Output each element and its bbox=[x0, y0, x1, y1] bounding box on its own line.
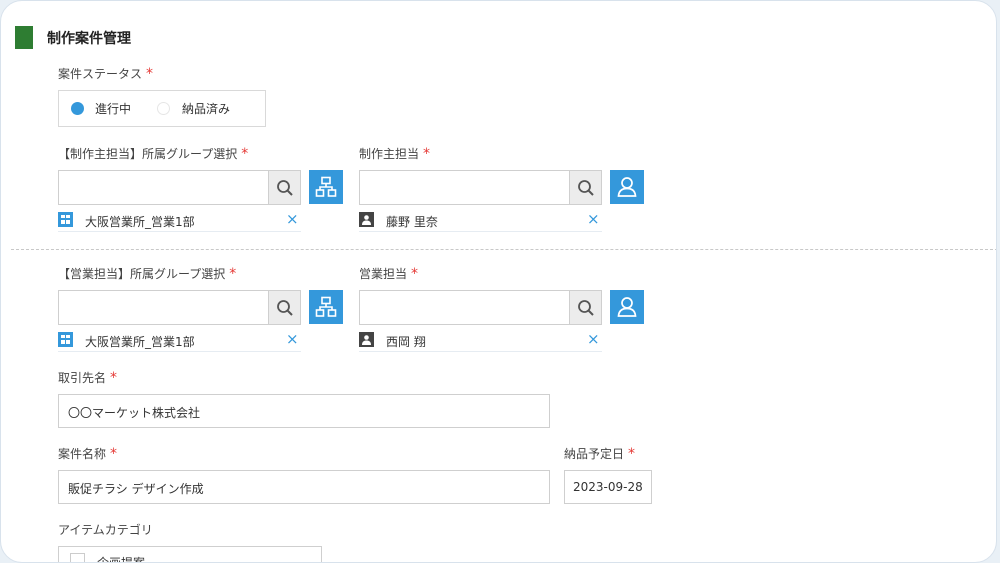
client-name-input[interactable]: 〇〇マーケット株式会社 bbox=[58, 394, 550, 428]
required-mark: * bbox=[241, 146, 249, 162]
required-mark: * bbox=[628, 446, 636, 462]
production-group-input[interactable] bbox=[58, 170, 269, 205]
org-chart-icon bbox=[315, 296, 337, 317]
client-label-row: 取引先名 * bbox=[58, 369, 117, 386]
search-icon bbox=[577, 299, 594, 316]
remove-icon[interactable]: × bbox=[286, 212, 299, 227]
category-option-label[interactable]: 企画提案 bbox=[97, 554, 145, 562]
production-owner-search-button[interactable] bbox=[569, 170, 602, 205]
delivery-date-value: 2023-09-28 bbox=[573, 480, 643, 494]
production-owner-input[interactable] bbox=[359, 170, 570, 205]
required-mark: * bbox=[423, 146, 431, 162]
group-icon bbox=[58, 332, 73, 347]
radio-in-progress-label[interactable]: 進行中 bbox=[95, 100, 131, 117]
sales-group-chip: 大阪営業所_営業1部 × bbox=[58, 328, 301, 352]
status-label-row: 案件ステータス * bbox=[58, 65, 153, 82]
remove-icon[interactable]: × bbox=[587, 212, 600, 227]
sales-owner-user-button[interactable] bbox=[610, 290, 644, 324]
category-checkbox[interactable] bbox=[70, 553, 85, 562]
section-title-marker bbox=[15, 26, 33, 49]
project-name-value: 販促チラシ デザイン作成 bbox=[68, 482, 204, 496]
remove-icon[interactable]: × bbox=[587, 332, 600, 347]
remove-icon[interactable]: × bbox=[286, 332, 299, 347]
sales-owner-chip: 西岡 翔 × bbox=[359, 328, 602, 352]
production-group-label-row: 【制作主担当】所属グループ選択 * bbox=[58, 145, 248, 162]
delivery-date-input[interactable]: 2023-09-28 bbox=[564, 470, 652, 504]
production-group-chip: 大阪営業所_営業1部 × bbox=[58, 208, 301, 232]
category-checkbox-group: 企画提案 bbox=[58, 546, 322, 562]
chip-label: 大阪営業所_営業1部 bbox=[85, 335, 195, 349]
production-group-search-button[interactable] bbox=[268, 170, 301, 205]
status-label: 案件ステータス bbox=[58, 67, 143, 81]
search-icon bbox=[276, 179, 293, 196]
delivery-label: 納品予定日 bbox=[564, 447, 625, 461]
group-icon bbox=[58, 212, 73, 227]
search-icon bbox=[577, 179, 594, 196]
org-chart-icon bbox=[315, 176, 337, 197]
production-owner-user-button[interactable] bbox=[610, 170, 644, 204]
delivery-label-row: 納品予定日 * bbox=[564, 445, 635, 462]
radio-delivered[interactable] bbox=[157, 102, 170, 115]
sales-group-tree-button[interactable] bbox=[309, 290, 343, 324]
project-name-input[interactable]: 販促チラシ デザイン作成 bbox=[58, 470, 550, 504]
person-icon bbox=[359, 332, 374, 347]
category-label: アイテムカテゴリ bbox=[58, 523, 153, 537]
required-mark: * bbox=[110, 446, 118, 462]
chip-label: 大阪営業所_営業1部 bbox=[85, 215, 195, 229]
person-icon bbox=[359, 212, 374, 227]
client-name-value: 〇〇マーケット株式会社 bbox=[68, 406, 201, 420]
project-label: 案件名称 bbox=[58, 447, 107, 461]
required-mark: * bbox=[229, 266, 237, 282]
sales-group-search-button[interactable] bbox=[268, 290, 301, 325]
radio-delivered-label[interactable]: 納品済み bbox=[182, 100, 230, 117]
required-mark: * bbox=[146, 66, 154, 82]
required-mark: * bbox=[110, 370, 118, 386]
status-radio-group: 進行中 納品済み bbox=[58, 90, 266, 127]
sales-group-input[interactable] bbox=[58, 290, 269, 325]
user-icon bbox=[617, 297, 637, 317]
sales-owner-label: 営業担当 bbox=[359, 267, 408, 281]
production-owner-label: 制作主担当 bbox=[359, 147, 420, 161]
production-owner-chip: 藤野 里奈 × bbox=[359, 208, 602, 232]
section-divider bbox=[11, 249, 996, 250]
production-owner-label-row: 制作主担当 * bbox=[359, 145, 430, 162]
sales-owner-search-button[interactable] bbox=[569, 290, 602, 325]
production-group-tree-button[interactable] bbox=[309, 170, 343, 204]
project-label-row: 案件名称 * bbox=[58, 445, 117, 462]
search-icon bbox=[276, 299, 293, 316]
chip-label: 藤野 里奈 bbox=[386, 215, 438, 229]
section-title: 制作案件管理 bbox=[47, 31, 131, 47]
radio-in-progress[interactable] bbox=[71, 102, 84, 115]
chip-label: 西岡 翔 bbox=[386, 335, 426, 349]
user-icon bbox=[617, 177, 637, 197]
client-label: 取引先名 bbox=[58, 371, 107, 385]
required-mark: * bbox=[411, 266, 419, 282]
form-panel: 制作案件管理 案件ステータス * 進行中 納品済み 【制作主担当】所属グループ選択… bbox=[0, 0, 997, 563]
production-group-label: 【制作主担当】所属グループ選択 bbox=[58, 147, 238, 161]
sales-owner-label-row: 営業担当 * bbox=[359, 265, 418, 282]
sales-group-label-row: 【営業担当】所属グループ選択 * bbox=[58, 265, 236, 282]
sales-group-label: 【営業担当】所属グループ選択 bbox=[58, 267, 226, 281]
sales-owner-input[interactable] bbox=[359, 290, 570, 325]
